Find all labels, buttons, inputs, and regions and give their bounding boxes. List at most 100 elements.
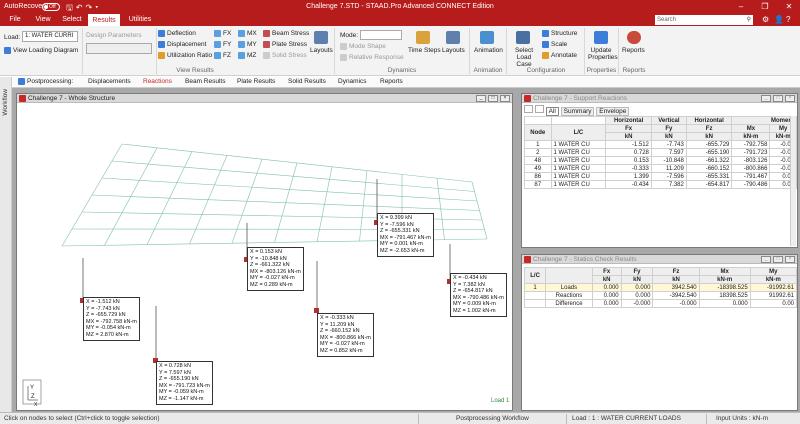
tab-utilities[interactable]: Utilities	[122, 14, 158, 26]
fx-button[interactable]: FX	[214, 30, 231, 37]
statics-table[interactable]: L/C Fx Fy Fz Mx My kN kN kN kN-m kN-m 1L…	[523, 267, 798, 308]
time-steps-button[interactable]: Time Steps	[408, 47, 441, 54]
table-cell[interactable]: 49	[524, 164, 552, 173]
table-cell[interactable]: -660.152	[685, 164, 733, 173]
reactions-table[interactable]: Horizontal Vertical Horizontal Moment No…	[524, 116, 797, 189]
support-reactions-close-button[interactable]: ×	[785, 95, 795, 102]
table-cell[interactable]: 0.000	[698, 299, 751, 308]
structure-window-close-button[interactable]: ×	[500, 95, 510, 102]
tab-results[interactable]: Results	[88, 14, 120, 26]
statics-check-close-button[interactable]: ×	[785, 256, 795, 263]
table-row[interactable]: 48 1 WATER CU 0.153 -10.848 -661.322 -803.126…	[524, 156, 797, 165]
my-button[interactable]: MY	[238, 41, 257, 48]
table-cell[interactable]: 1 WATER CU	[550, 180, 607, 189]
layouts-button[interactable]: Layouts	[310, 47, 333, 54]
help-icon[interactable]: ?	[786, 14, 790, 26]
table-cell[interactable]: 1	[523, 283, 547, 292]
mode-shape-button[interactable]: Mode Shape	[340, 43, 386, 50]
fz-button[interactable]: FZ	[214, 52, 231, 59]
design-parameters-combobox[interactable]	[86, 43, 152, 54]
table-cell[interactable]: -803.126	[731, 156, 771, 165]
tab-displacements[interactable]: Displacements	[88, 78, 131, 85]
reactions-scrollbar[interactable]	[790, 116, 796, 246]
table-cell[interactable]: 7.382	[650, 180, 687, 189]
structure-window-minimize-button[interactable]: _	[476, 95, 486, 102]
table-cell[interactable]: 86	[524, 172, 552, 181]
tab-file[interactable]: File	[4, 14, 26, 26]
mode-combobox[interactable]	[360, 30, 402, 40]
workflow-panel-tab[interactable]: Workflow	[0, 77, 12, 412]
statics-check-titlebar[interactable]: Challenge 7 - Statics Check Results _ □ …	[522, 255, 797, 264]
table-cell[interactable]: 11.209	[650, 164, 687, 173]
table-cell[interactable]: -0.000	[620, 299, 654, 308]
reports-button[interactable]: Reports	[622, 47, 645, 54]
table-cell[interactable]: 0.000	[591, 283, 622, 292]
user-icon[interactable]: 👤	[774, 14, 784, 26]
fy-button[interactable]: FY	[214, 41, 231, 48]
support-reactions-titlebar[interactable]: Challenge 7 - Support Reactions _ □ ×	[522, 94, 797, 103]
table-cell[interactable]: 1 WATER CU	[550, 156, 607, 165]
table-cell[interactable]: 1 WATER CU	[550, 140, 607, 149]
structure-window-maximize-button[interactable]: □	[488, 95, 498, 102]
table-cell[interactable]: -18398.525	[698, 283, 751, 292]
search-input[interactable]: Search ⚲	[655, 15, 753, 25]
table-row[interactable]: 11 WATER CU -1.512 -7.743 -655.729 -792.758-…	[524, 140, 797, 149]
tab-all[interactable]: All	[545, 107, 559, 116]
table-cell[interactable]: -792.758	[731, 140, 771, 149]
mz-button[interactable]: MZ	[238, 52, 256, 59]
table-cell[interactable]: 0.00	[749, 299, 798, 308]
table-cell[interactable]: 2	[524, 148, 552, 157]
restore-button[interactable]: ❐	[754, 1, 776, 13]
statics-check-window[interactable]: Challenge 7 - Statics Check Results _ □ …	[521, 254, 798, 411]
table-cell[interactable]	[523, 291, 547, 300]
animation-button[interactable]: Animation	[474, 47, 503, 54]
table-cell[interactable]: 1.399	[605, 172, 652, 181]
select-load-case-button[interactable]: Select Load Case	[510, 47, 538, 68]
layouts2-button[interactable]: Layouts	[442, 47, 465, 54]
table-cell[interactable]: 87	[524, 180, 552, 189]
beam-stress-button[interactable]: Beam Stress	[263, 30, 309, 37]
tab-envelope[interactable]: Envelope	[596, 107, 630, 116]
structure-window-titlebar[interactable]: Challenge 7 - Whole Structure _ □ ×	[17, 94, 512, 103]
table-cell[interactable]: 1 WATER CU	[550, 148, 607, 157]
table-cell[interactable]: Loads	[545, 283, 593, 292]
close-button[interactable]: ✕	[778, 1, 800, 13]
table-cell[interactable]: -0.434	[605, 180, 652, 189]
table-cell[interactable]: -655.331	[685, 172, 733, 181]
tab-reports[interactable]: Reports	[380, 78, 403, 85]
tab-dynamics[interactable]: Dynamics	[338, 78, 367, 85]
utilization-ratio-button[interactable]: Utilization Ratio	[158, 52, 212, 59]
table-cell[interactable]: 48	[524, 156, 552, 165]
table-row[interactable]: 87 1 WATER CU -0.434 7.382 -654.817 -790.486 0…	[524, 180, 797, 189]
table-cell[interactable]: -661.322	[685, 156, 733, 165]
table-row[interactable]: 21 WATER CU 0.728 7.597 -655.190 -791.723 -0.…	[524, 148, 797, 157]
table-cell[interactable]: -3942.540	[652, 291, 700, 300]
support-reactions-maximize-button[interactable]: □	[773, 95, 783, 102]
table-row[interactable]: 86 1 WATER CU 1.399 -7.596 -655.331 -791.467 0…	[524, 172, 797, 181]
table-row[interactable]: Reactions 0.000 0.000 -3942.540 18398.525 919…	[523, 291, 798, 300]
scale-button[interactable]: Scale	[542, 41, 567, 48]
structure-window[interactable]: Challenge 7 - Whole Structure _ □ × Y Z …	[16, 93, 513, 411]
table-cell[interactable]: -790.486	[731, 180, 771, 189]
minimize-button[interactable]: –	[730, 1, 752, 13]
displacement-button[interactable]: Displacement	[158, 41, 206, 48]
tab-scroll-button[interactable]	[534, 105, 544, 113]
table-cell[interactable]: 18398.525	[698, 291, 751, 300]
table-cell[interactable]: 0.000	[620, 291, 654, 300]
table-row[interactable]: 1 Loads 0.000 0.000 3942.540 -18398.525 -91992…	[523, 283, 798, 292]
tab-select[interactable]: Select	[58, 14, 86, 26]
table-cell[interactable]: -791.723	[731, 148, 771, 157]
table-cell[interactable]: -655.190	[685, 148, 733, 157]
support-reactions-minimize-button[interactable]: _	[761, 95, 771, 102]
table-cell[interactable]: -7.743	[650, 140, 687, 149]
solid-stress-button[interactable]: Solid Stress	[263, 52, 307, 59]
table-cell[interactable]: -10.848	[650, 156, 687, 165]
structure-button[interactable]: Structure	[542, 30, 577, 37]
table-cell[interactable]: 0.000	[620, 283, 654, 292]
settings-icon[interactable]: ⚙	[762, 14, 769, 26]
statics-check-minimize-button[interactable]: _	[761, 256, 771, 263]
tab-scroll-button[interactable]	[524, 105, 533, 113]
view-loading-diagram-button[interactable]: View Loading Diagram	[4, 47, 78, 54]
table-cell[interactable]: -791.467	[731, 172, 771, 181]
table-cell[interactable]: 0.000	[591, 291, 622, 300]
